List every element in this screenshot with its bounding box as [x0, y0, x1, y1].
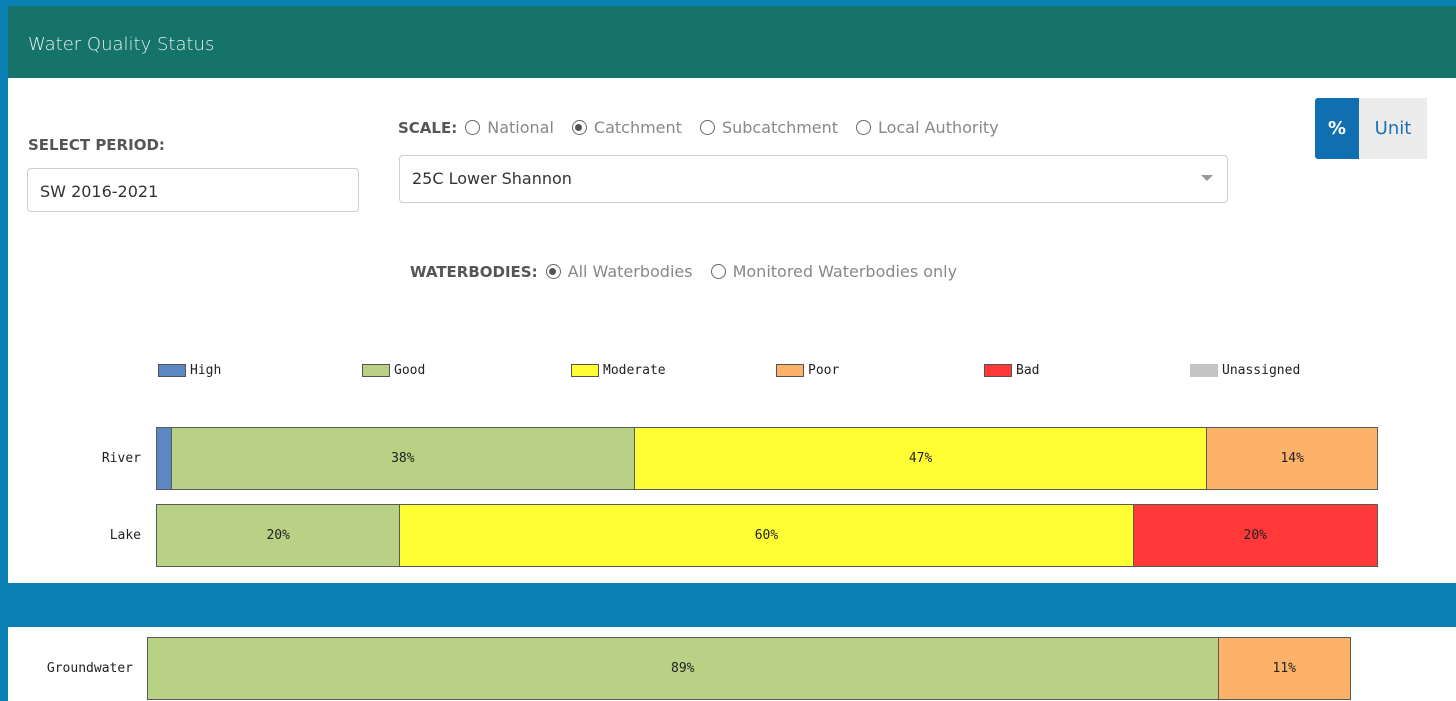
legend-swatch [1190, 364, 1218, 377]
period-select[interactable]: SW 2016-2021 [27, 168, 359, 212]
waterbodies-option-all[interactable]: All Waterbodies [545, 262, 693, 281]
scale-option-national[interactable]: National [465, 118, 554, 137]
bar-label-lake: Lake [109, 527, 141, 543]
bar-segment-poor[interactable]: 11% [1218, 637, 1351, 700]
bar-label-groundwater: Groundwater [46, 660, 133, 676]
radio-monitored-waterbodies[interactable] [710, 264, 726, 279]
legend-item-moderate: Moderate [571, 363, 666, 378]
panel-header: Water Quality Status [8, 6, 1456, 78]
legend-item-bad: Bad [984, 363, 1039, 378]
catchment-dropdown[interactable]: 25C Lower Shannon [399, 155, 1228, 203]
waterbodies-radio-group: WATERBODIES: All Waterbodies Monitored W… [410, 262, 975, 281]
radio-catchment[interactable] [571, 120, 587, 135]
legend-label: Good [394, 363, 426, 378]
period-value: SW 2016-2021 [40, 182, 159, 201]
legend-label: Unassigned [1222, 363, 1301, 378]
legend-swatch [158, 364, 186, 377]
bar-label-river: River [101, 450, 141, 466]
legend-item-poor: Poor [776, 363, 839, 378]
scale-option-label: Catchment [593, 118, 682, 137]
radio-subcatchment[interactable] [699, 120, 715, 135]
waterbodies-option-label: Monitored Waterbodies only [732, 262, 958, 281]
bar-segment-good[interactable]: 20% [156, 504, 401, 567]
scale-option-local-authority[interactable]: Local Authority [856, 118, 999, 137]
legend-swatch [571, 364, 599, 377]
groundwater-panel: Groundwater 89% 11% [8, 627, 1456, 701]
legend-label: Poor [808, 363, 840, 378]
catchment-dropdown-value: 25C Lower Shannon [412, 169, 572, 188]
select-period-label: SELECT PERIOD: [28, 136, 165, 154]
bar-segment-good[interactable]: 38% [171, 427, 635, 490]
bar-row-river: 38% 47% 14% [156, 427, 1378, 490]
legend-item-high: High [158, 363, 221, 378]
legend-swatch [776, 364, 804, 377]
scale-option-subcatchment[interactable]: Subcatchment [699, 118, 839, 137]
waterbodies-option-label: All Waterbodies [567, 262, 693, 281]
legend-swatch [984, 364, 1012, 377]
bar-segment-bad[interactable]: 20% [1133, 504, 1378, 567]
scale-option-label: Subcatchment [721, 118, 839, 137]
radio-local-authority[interactable] [856, 120, 872, 135]
water-quality-panel: Water Quality Status SELECT PERIOD: SW 2… [8, 6, 1456, 583]
panel-title: Water Quality Status [28, 34, 215, 55]
scale-option-label: Local Authority [878, 118, 999, 137]
chevron-down-icon[interactable] [1201, 175, 1213, 181]
unit-toggle-button[interactable]: Unit [1359, 98, 1427, 159]
legend-label: Bad [1016, 363, 1040, 378]
bar-row-groundwater: 89% 11% [147, 637, 1351, 700]
waterbodies-option-monitored[interactable]: Monitored Waterbodies only [710, 262, 958, 281]
percent-toggle-button[interactable]: % [1315, 98, 1359, 159]
radio-national[interactable] [465, 120, 481, 135]
radio-all-waterbodies[interactable] [545, 264, 561, 279]
display-mode-toggle: % Unit [1315, 98, 1427, 159]
legend-swatch [362, 364, 390, 377]
bar-segment-moderate[interactable]: 47% [634, 427, 1208, 490]
bar-row-lake: 20% 60% 20% [156, 504, 1378, 567]
bar-segment-moderate[interactable]: 60% [400, 504, 1134, 567]
legend-item-unassigned: Unassigned [1190, 363, 1300, 378]
scale-option-catchment[interactable]: Catchment [571, 118, 682, 137]
scale-option-label: National [487, 118, 554, 137]
bar-segment-high[interactable] [156, 427, 172, 490]
bar-segment-poor[interactable]: 14% [1207, 427, 1378, 490]
legend-label: High [190, 363, 222, 378]
scale-radio-group: SCALE: National Catchment Subcatchment L… [398, 118, 1017, 137]
legend-item-good: Good [362, 363, 425, 378]
bar-segment-good[interactable]: 89% [147, 637, 1219, 700]
scale-label: SCALE: [398, 118, 458, 137]
legend-label: Moderate [603, 363, 666, 378]
waterbodies-label: WATERBODIES: [410, 262, 538, 281]
